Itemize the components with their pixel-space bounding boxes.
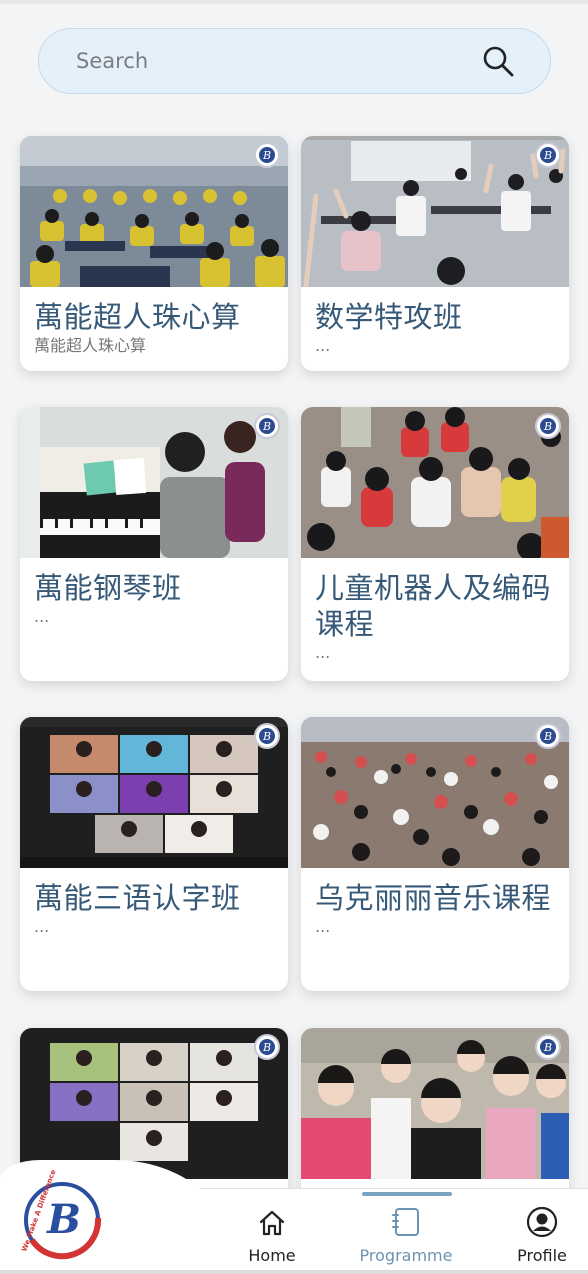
brand-badge-icon: B: [535, 142, 561, 168]
brand-badge-icon: B: [254, 142, 280, 168]
search-input[interactable]: [76, 49, 482, 73]
svg-text:B: B: [262, 420, 271, 433]
programme-card-math[interactable]: B 数学特攻班 ...: [301, 136, 569, 371]
home-icon: [259, 1210, 285, 1236]
nav-home-label: Home: [248, 1246, 296, 1265]
brand-badge-icon: B: [254, 413, 280, 439]
nav-profile[interactable]: Profile: [506, 1189, 578, 1274]
brand-badge-icon: B: [535, 1034, 561, 1060]
nav-profile-label: Profile: [517, 1246, 567, 1265]
card-subtitle: ...: [34, 917, 50, 936]
programme-image: B: [301, 407, 569, 558]
programme-card-abacus[interactable]: B 萬能超人珠心算 萬能超人珠心算: [20, 136, 288, 371]
nav-programme-label: Programme: [359, 1246, 453, 1265]
active-tab-indicator: [362, 1192, 452, 1196]
card-subtitle: ...: [315, 917, 331, 936]
svg-text:B: B: [262, 149, 271, 162]
svg-text:B: B: [262, 730, 271, 743]
card-title: 萬能三语认字班: [34, 881, 241, 915]
programme-card-ukulele[interactable]: B 乌克丽丽音乐课程 ...: [301, 717, 569, 991]
programme-card-trilingual[interactable]: B 萬能三语认字班 ...: [20, 717, 288, 991]
card-title: 儿童机器人及编码课程: [315, 571, 552, 641]
svg-text:B: B: [543, 149, 552, 162]
top-divider: [0, 0, 588, 4]
svg-text:B: B: [543, 730, 552, 743]
programme-image: B: [20, 717, 288, 868]
notebook-icon: [392, 1208, 419, 1236]
nav-home[interactable]: Home: [232, 1189, 312, 1274]
card-title: 萬能超人珠心算: [34, 300, 241, 334]
svg-text:B: B: [543, 420, 552, 433]
svg-text:B: B: [46, 1196, 81, 1243]
card-subtitle: ...: [34, 607, 50, 626]
brand-logo[interactable]: B We Make A Difference: [12, 1170, 102, 1260]
card-subtitle: 萬能超人珠心算: [34, 336, 147, 355]
programme-card-piano[interactable]: B 萬能钢琴班 ...: [20, 407, 288, 681]
card-title: 乌克丽丽音乐课程: [315, 881, 552, 915]
programme-image: B: [20, 407, 288, 558]
brand-badge-icon: B: [254, 1034, 280, 1060]
card-subtitle: ...: [315, 336, 331, 355]
programme-image: B: [301, 136, 569, 287]
nav-programme[interactable]: Programme: [352, 1189, 460, 1274]
programme-image: B: [301, 1028, 569, 1179]
svg-text:B: B: [262, 1041, 271, 1054]
user-icon: [526, 1206, 558, 1238]
search-bar[interactable]: [38, 28, 551, 94]
card-title: 数学特攻班: [315, 300, 463, 334]
brand-badge-icon: B: [535, 413, 561, 439]
svg-text:B: B: [543, 1041, 552, 1054]
programme-image: B: [20, 1028, 288, 1179]
search-icon[interactable]: [482, 45, 514, 77]
card-title: 萬能钢琴班: [34, 571, 182, 605]
bottom-divider: [0, 1270, 588, 1274]
card-subtitle: ...: [315, 643, 331, 662]
brand-badge-icon: B: [254, 723, 280, 749]
programme-card-robotics[interactable]: B 儿童机器人及编码课程 ...: [301, 407, 569, 681]
programme-image: B: [301, 717, 569, 868]
brand-badge-icon: B: [535, 723, 561, 749]
programme-image: B: [20, 136, 288, 287]
